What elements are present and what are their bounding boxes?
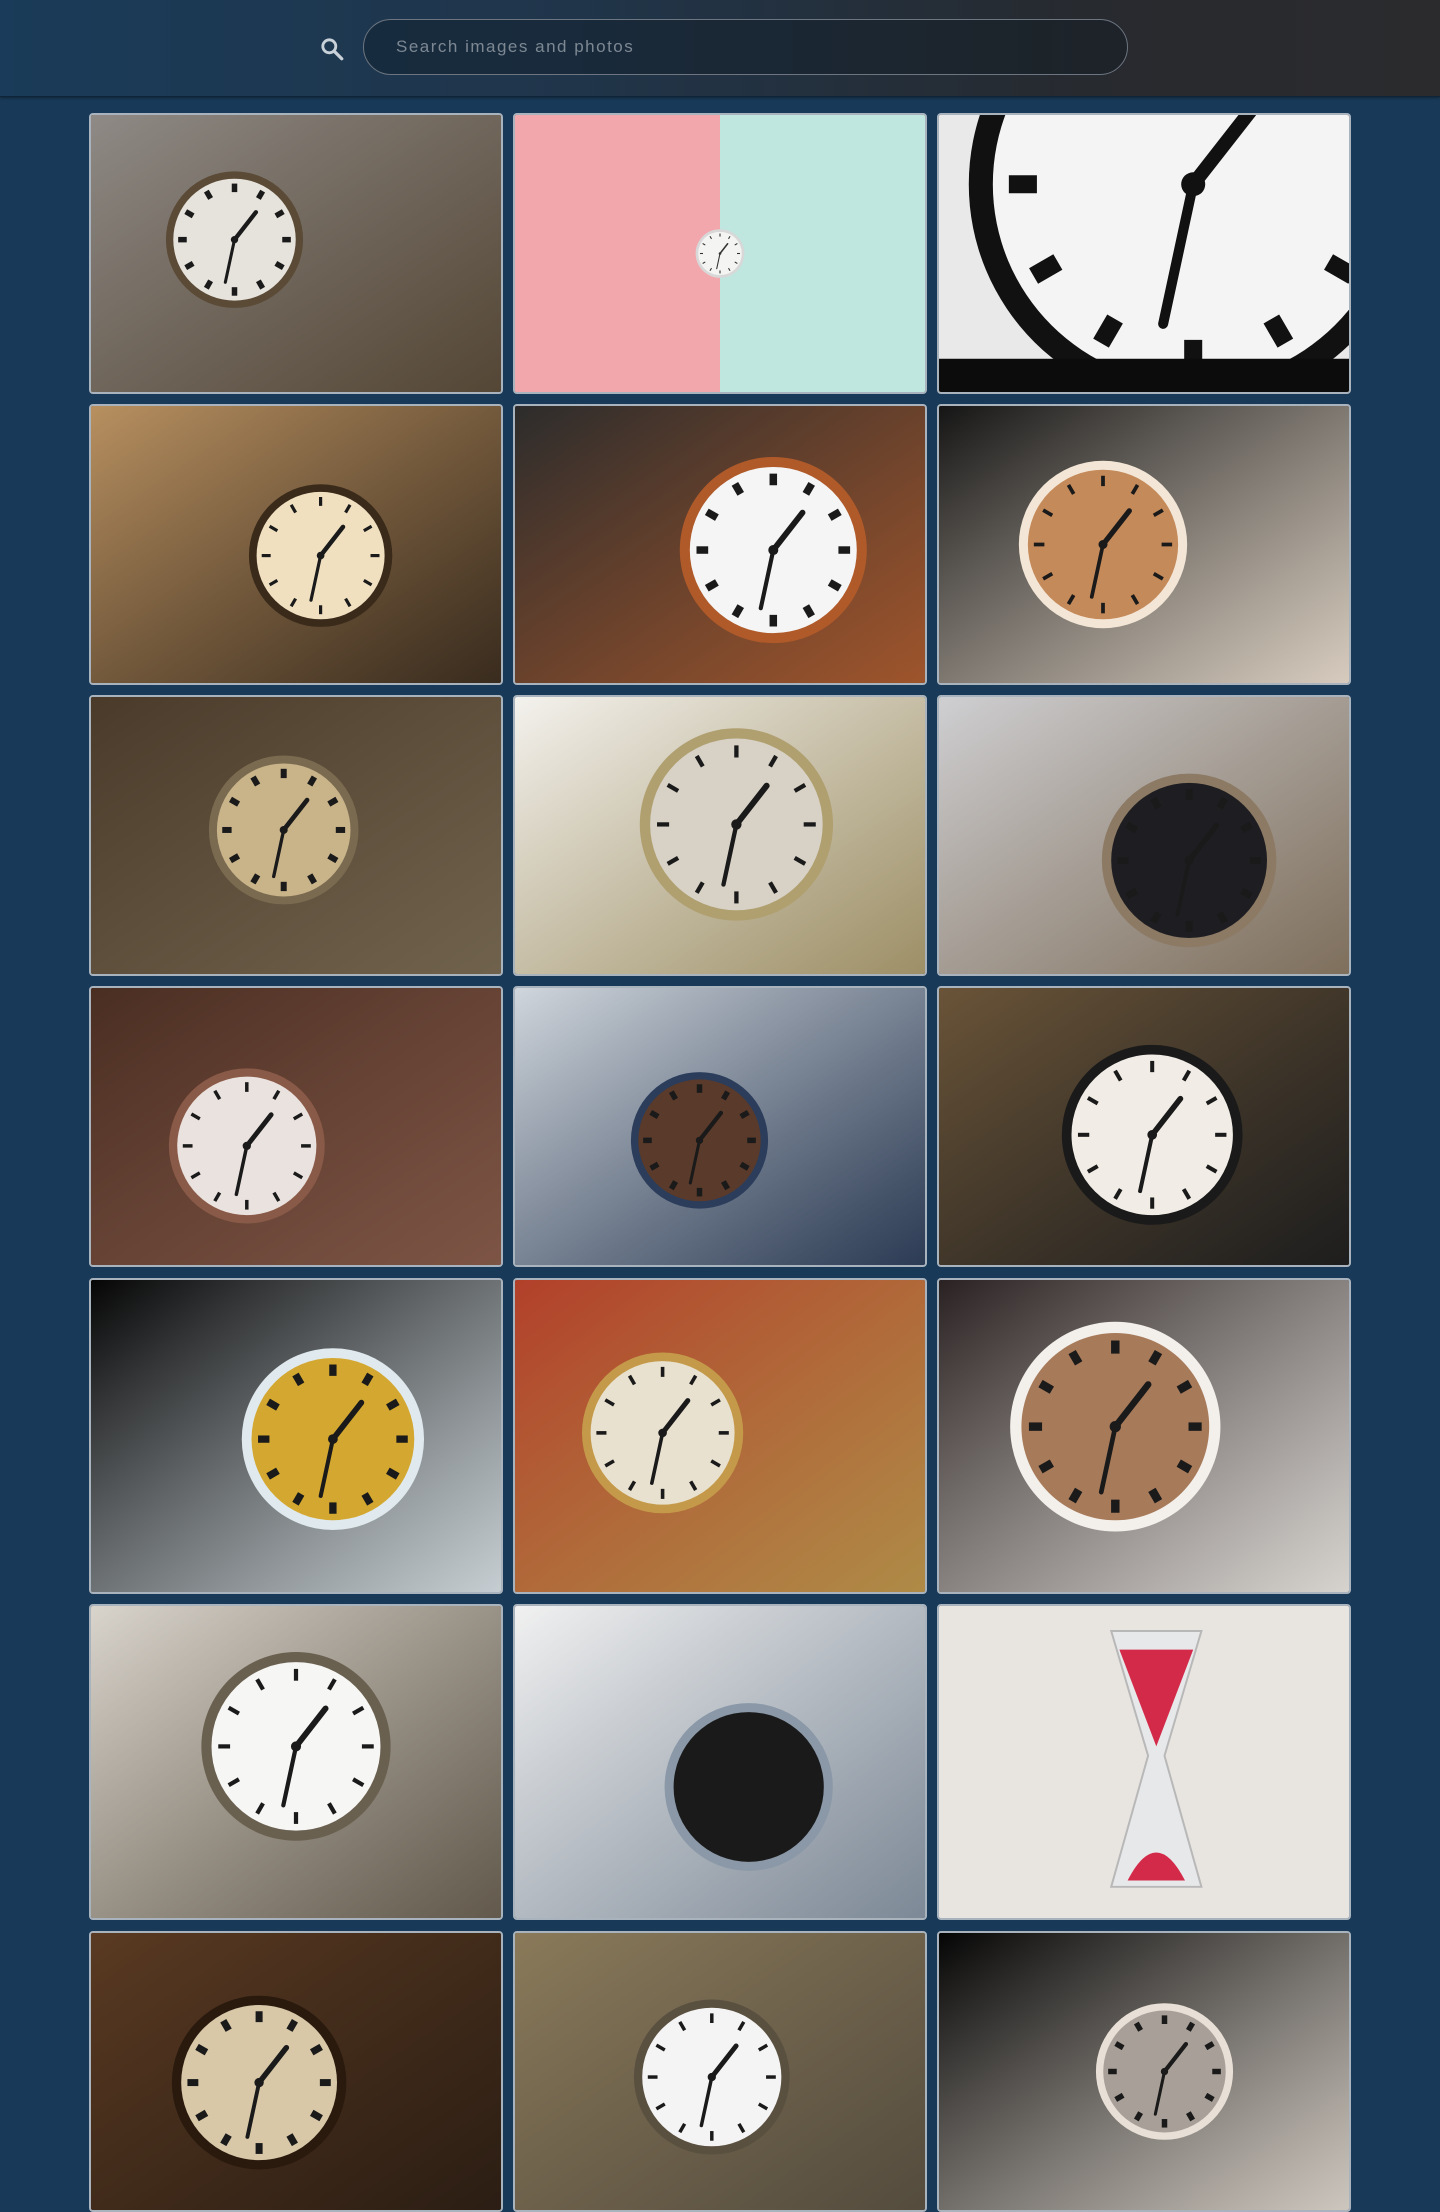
photo-alt-text: black twin-bell alarm clock on table [515,683,516,684]
gallery-photo[interactable]: pocket watch half buried in sand [89,1604,503,1920]
photo-image [515,1606,925,1918]
photo-image [515,115,925,392]
gallery-photo[interactable]: small white alarm clock on pink and mint… [513,113,927,394]
photo-alt-text: pocket watch on vintage map [515,2210,516,2211]
gallery-photo[interactable]: roman numeral clock in red gear housing [513,1278,927,1594]
photo-image [939,1606,1349,1918]
photo-alt-text: copper alarm clock in dark room [939,1592,940,1593]
photo-image [91,1933,501,2210]
photo-image [515,697,925,974]
photo-image [91,406,501,683]
photo-image [939,988,1349,1265]
gallery-photo[interactable]: close-up of watch chronograph dial [513,1604,927,1920]
photo-image [939,1280,1349,1592]
photo-alt-text: white alarm clock next to coffee cup [515,974,516,975]
gallery-photo[interactable]: engraved silver pocket watch on black [937,1931,1351,2212]
photo-alt-text: red sand hourglass on newspaper [939,1918,940,1919]
photo-image [939,406,1349,683]
gallery-photo[interactable]: red sand hourglass on newspaper [937,1604,1351,1920]
gallery-photo[interactable]: rusty alarm clock on wooden log [89,695,503,976]
photo-image [91,988,501,1265]
photo-alt-text: pocket watch half buried in sand [91,1918,92,1919]
photo-alt-text: wristwatch on wooden plank against sky [515,1265,516,1266]
photo-image [91,115,501,392]
photo-alt-text: station clock hanging from golden stripe… [91,683,92,684]
photo-image [91,1280,501,1592]
photo-image [939,1933,1349,2210]
gallery-photo[interactable]: black alarm clock on office desk with la… [937,695,1351,976]
photo-alt-text: roman numeral clock in red gear housing [515,1592,516,1593]
photo-alt-text: small white alarm clock on pink and mint… [515,392,516,393]
photo-image [515,1280,925,1592]
photo-alt-text: black alarm clock on office desk with la… [939,974,940,975]
photo-image [91,1606,501,1918]
photo-image [91,697,501,974]
gallery-photo[interactable]: station clock hanging from golden stripe… [89,404,503,685]
gallery-photo[interactable]: ornate pocket watch on brown background [89,1931,503,2212]
photo-image [515,988,925,1265]
gallery-photo[interactable]: silhouette of couple behind giant museum… [937,113,1351,394]
photo-image [939,697,1349,974]
photo-alt-text: white street clock against brown foliage [91,1265,92,1266]
gallery-photo[interactable]: gold skeleton pocket watch on black [89,1278,503,1594]
gallery-photo[interactable]: white alarm clock next to coffee cup [513,695,927,976]
photo-alt-text: ornate pocket watch on brown background [91,2210,92,2211]
photo-alt-text: gold skeleton pocket watch on black [91,1592,92,1593]
photo-alt-text: engraved silver pocket watch on black [939,2210,940,2211]
gallery-photo[interactable]: pocket watch on vintage map [513,1931,927,2212]
gallery-photo[interactable]: copper alarm clock in dark kitchen [937,404,1351,685]
gallery-photo[interactable]: white street clock against brown foliage [89,986,503,1267]
photo-alt-text: close-up of watch chronograph dial [515,1918,516,1919]
photo-alt-text: silhouette of couple behind giant museum… [939,392,940,393]
gallery-photo[interactable]: open skeleton pocket watch on wood [937,986,1351,1267]
photo-alt-text: copper alarm clock in dark kitchen [939,683,940,684]
photo-image [515,406,925,683]
photo-alt-text: open skeleton pocket watch on wood [939,1265,940,1266]
gallery-photo[interactable]: silver pocket watch on grey stone with g… [89,113,503,394]
gallery-photo[interactable]: wristwatch on wooden plank against sky [513,986,927,1267]
photo-alt-text: rusty alarm clock on wooden log [91,974,92,975]
gallery-photo[interactable]: black twin-bell alarm clock on table [513,404,927,685]
photo-image [515,1933,925,2210]
gallery-photo[interactable]: copper alarm clock in dark room [937,1278,1351,1594]
photo-gallery: silver pocket watch on grey stone with g… [0,0,1440,2212]
photo-image [939,115,1349,392]
photo-alt-text: silver pocket watch on grey stone with g… [91,392,92,393]
